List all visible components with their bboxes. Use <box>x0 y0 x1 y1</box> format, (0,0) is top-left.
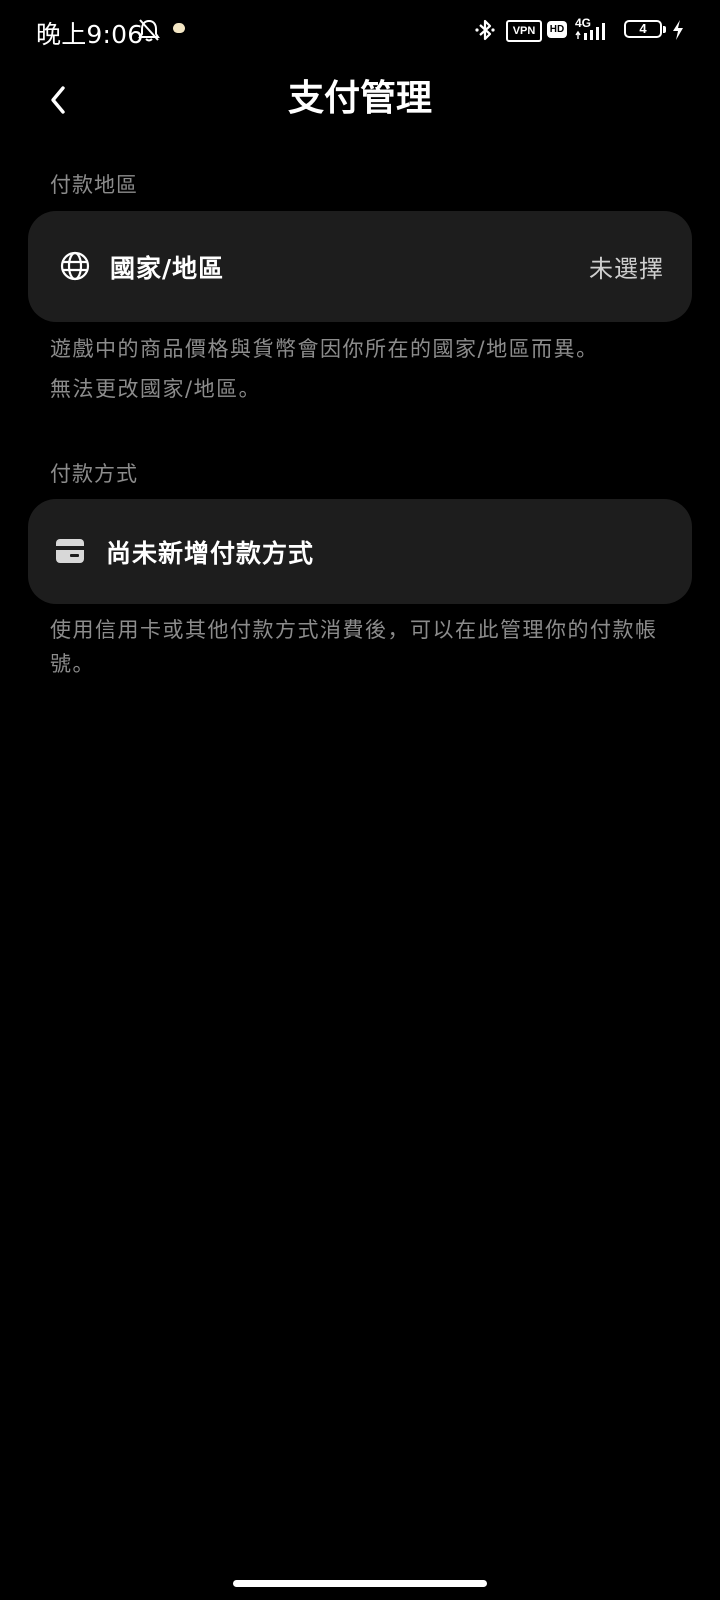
bell-off-icon <box>138 18 160 46</box>
region-helper-line-2: 無法更改國家/地區。 <box>50 377 262 401</box>
payment-method-label: 尚未新增付款方式 <box>106 539 315 568</box>
battery-tip <box>663 26 666 33</box>
notification-dot-icon <box>173 23 185 33</box>
country-region-value: 未選擇 <box>589 255 664 283</box>
hd-badge: HD <box>547 21 567 38</box>
country-region-row[interactable]: 國家/地區 未選擇 <box>28 211 692 322</box>
globe-icon <box>60 251 90 285</box>
section-label-region: 付款地區 <box>50 173 138 197</box>
page-title: 支付管理 <box>287 78 432 119</box>
charging-icon <box>671 19 685 45</box>
bluetooth-icon <box>474 18 496 46</box>
section-label-payment: 付款方式 <box>50 462 138 486</box>
vpn-badge: VPN <box>506 20 542 42</box>
payment-helper-text: 使用信用卡或其他付款方式消費後，可以在此管理你的付款帳號。 <box>50 618 658 676</box>
country-region-label: 國家/地區 <box>110 254 225 283</box>
status-time: 晚上9:06 <box>36 20 144 49</box>
region-helper-line: 遊戲中的商品價格與貨幣會因你所在的國家/地區而異。 <box>50 337 599 361</box>
region-helper-text: 遊戲中的商品價格與貨幣會因你所在的國家/地區而異。 無法更改國家/地區。 <box>50 332 670 406</box>
status-bar: 晚上9:06 VPN HD 4G 4 <box>0 0 720 62</box>
signal-icon <box>574 19 616 45</box>
card-icon <box>56 539 84 567</box>
battery-level: 4 <box>639 21 647 36</box>
home-indicator[interactable] <box>233 1580 487 1587</box>
payment-method-row[interactable]: 尚未新增付款方式 <box>28 499 692 604</box>
